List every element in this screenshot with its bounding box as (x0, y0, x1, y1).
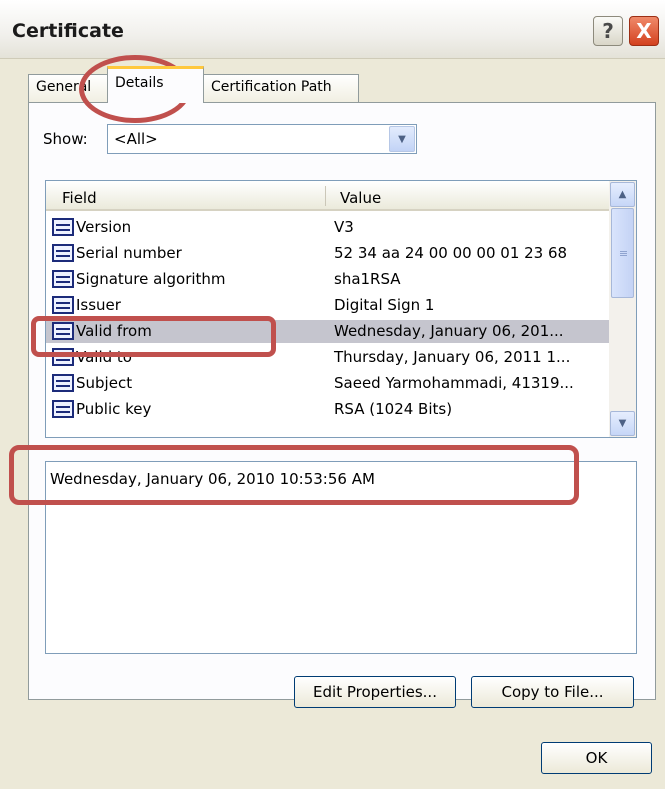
row-value: V3 (334, 218, 354, 236)
show-dropdown-value: <All> (114, 130, 158, 148)
certificate-field-icon (52, 296, 74, 314)
chevron-down-icon[interactable]: ▼ (389, 126, 415, 152)
show-label: Show: (43, 130, 88, 148)
list-row[interactable]: Public key RSA (1024 Bits) (46, 398, 609, 421)
vertical-scrollbar[interactable]: ▲ ▼ (609, 181, 636, 437)
row-value: Digital Sign 1 (334, 296, 435, 314)
row-field: Serial number (76, 244, 182, 262)
row-field: Issuer (76, 296, 121, 314)
certificate-field-icon (52, 244, 74, 262)
certificate-field-icon (52, 322, 74, 340)
list-header: Field Value (46, 181, 609, 211)
certificate-dialog: Certificate ? X General Details Certific… (0, 0, 665, 789)
list-row-selected[interactable]: Valid from Wednesday, January 06, 201... (46, 320, 609, 343)
close-button[interactable]: X (629, 16, 659, 46)
certificate-field-icon (52, 218, 74, 236)
title-bar: Certificate ? X (0, 0, 665, 59)
row-value: sha1RSA (334, 270, 401, 288)
detail-value-text: Wednesday, January 06, 2010 10:53:56 AM (50, 470, 375, 488)
column-divider[interactable] (325, 186, 326, 206)
column-header-value[interactable]: Value (340, 189, 381, 207)
window-title: Certificate (12, 20, 124, 42)
row-field: Public key (76, 400, 152, 418)
certificate-field-icon (52, 374, 74, 392)
list-row[interactable]: Valid to Thursday, January 06, 2011 1... (46, 346, 609, 369)
row-value: Wednesday, January 06, 201... (334, 322, 564, 340)
tab-details[interactable]: Details (107, 66, 204, 103)
row-field: Valid to (76, 348, 132, 366)
copy-to-file-button[interactable]: Copy to File... (471, 676, 634, 708)
list-row[interactable]: Serial number 52 34 aa 24 00 00 00 01 23… (46, 242, 609, 265)
list-row[interactable]: Subject Saeed Yarmohammadi, 41319... (46, 372, 609, 395)
certificate-field-icon (52, 348, 74, 366)
row-value: 52 34 aa 24 00 00 00 01 23 68 (334, 244, 568, 262)
show-dropdown[interactable]: <All> ▼ (107, 124, 417, 154)
certificate-field-icon (52, 270, 74, 288)
row-field: Signature algorithm (76, 270, 226, 288)
row-value: Saeed Yarmohammadi, 41319... (334, 374, 574, 392)
row-field: Subject (76, 374, 133, 392)
tab-certification-path[interactable]: Certification Path (203, 74, 359, 102)
grip-icon (620, 251, 627, 257)
chevron-down-icon[interactable]: ▼ (610, 411, 635, 436)
list-row[interactable]: Version V3 (46, 216, 609, 239)
chevron-up-icon[interactable]: ▲ (610, 182, 635, 207)
edit-properties-button[interactable]: Edit Properties... (294, 676, 456, 708)
list-row[interactable]: Issuer Digital Sign 1 (46, 294, 609, 317)
ok-button[interactable]: OK (541, 742, 652, 774)
column-header-field[interactable]: Field (62, 189, 97, 207)
help-button[interactable]: ? (593, 16, 623, 46)
scrollbar-thumb[interactable] (611, 208, 634, 298)
row-field: Valid from (76, 322, 152, 340)
field-list[interactable]: Field Value Version V3 Serial number 52 … (45, 180, 637, 438)
list-row[interactable]: Signature algorithm sha1RSA (46, 268, 609, 291)
value-detail-box[interactable]: Wednesday, January 06, 2010 10:53:56 AM (45, 461, 637, 654)
certificate-field-icon (52, 400, 74, 418)
row-value: Thursday, January 06, 2011 1... (334, 348, 571, 366)
row-value: RSA (1024 Bits) (334, 400, 453, 418)
row-field: Version (76, 218, 132, 236)
tab-general[interactable]: General (28, 74, 108, 102)
